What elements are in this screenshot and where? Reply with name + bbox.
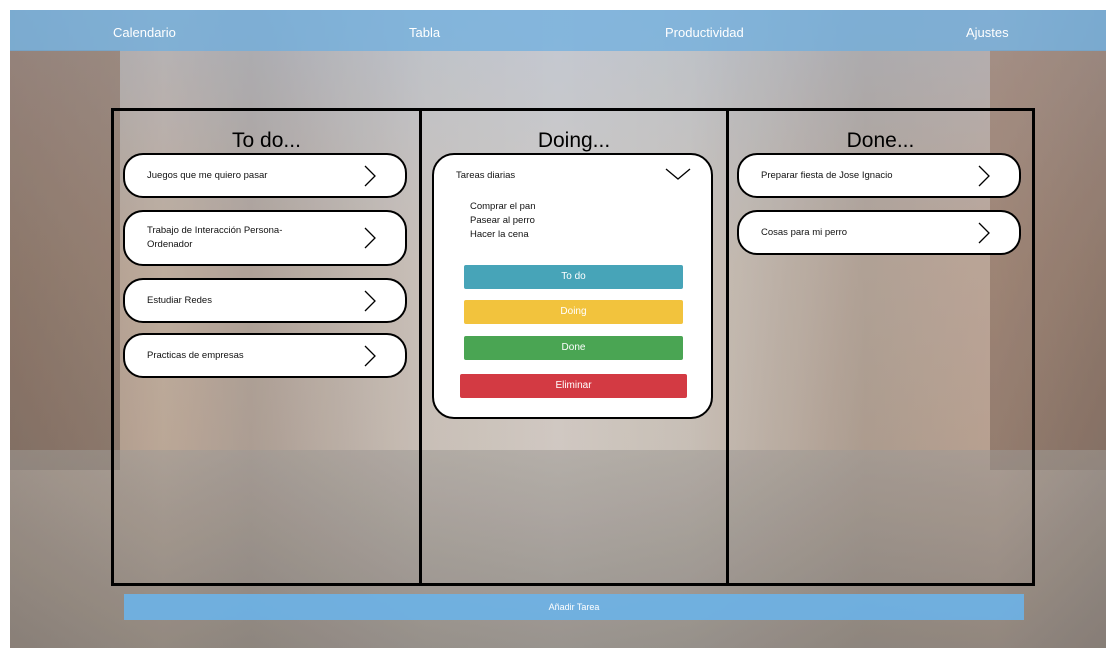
column-divider — [419, 111, 422, 583]
task-card-todo[interactable]: Juegos que me quiero pasar — [123, 153, 407, 198]
task-card-done[interactable]: Preparar fiesta de Jose Ignacio — [737, 153, 1021, 198]
task-card-label: Preparar fiesta de Jose Ignacio — [761, 169, 893, 181]
task-card-todo[interactable]: Estudiar Redes — [123, 278, 407, 323]
task-card-label: Juegos que me quiero pasar — [147, 169, 268, 181]
task-card-done[interactable]: Cosas para mi perro — [737, 210, 1021, 255]
task-card-todo[interactable]: Trabajo de Interacción Persona-Ordenador — [123, 210, 407, 266]
task-card-label: Practicas de empresas — [147, 349, 244, 361]
move-to-doing-button[interactable]: Doing — [464, 300, 683, 324]
column-title-doing: Doing... — [537, 129, 611, 152]
subtask-item: Hacer la cena — [470, 229, 529, 240]
move-to-done-button[interactable]: Done — [464, 336, 683, 360]
chevron-right-icon — [978, 222, 990, 243]
column-title-done: Done... — [846, 129, 915, 152]
top-navigation-bar: Calendario Tabla Productividad Ajustes — [10, 10, 1106, 51]
nav-table[interactable]: Tabla — [409, 25, 440, 40]
chevron-right-icon — [364, 345, 376, 366]
task-card-label: Trabajo de Interacción Persona-Ordenador — [147, 225, 283, 250]
delete-task-button[interactable]: Eliminar — [460, 374, 687, 398]
chevron-right-icon — [364, 165, 376, 186]
chevron-right-icon — [978, 165, 990, 186]
nav-settings[interactable]: Ajustes — [966, 25, 1009, 40]
chevron-down-icon[interactable] — [665, 167, 691, 181]
chevron-right-icon — [364, 290, 376, 311]
expanded-task-card: Tareas diarias Comprar el pan Pasear al … — [432, 153, 713, 419]
nav-calendar[interactable]: Calendario — [113, 25, 176, 40]
expanded-card-title: Tareas diarias — [456, 170, 516, 181]
add-task-button[interactable]: Añadir Tarea — [124, 594, 1024, 620]
task-card-todo[interactable]: Practicas de empresas — [123, 333, 407, 378]
chevron-right-icon — [364, 227, 376, 249]
task-card-label: Cosas para mi perro — [761, 226, 848, 238]
task-card-label: Estudiar Redes — [147, 294, 212, 306]
column-title-todo: To do... — [232, 129, 301, 152]
nav-productivity[interactable]: Productividad — [665, 25, 744, 40]
subtask-item: Pasear al perro — [470, 215, 535, 226]
column-divider — [726, 111, 729, 583]
subtask-item: Comprar el pan — [470, 201, 536, 212]
move-to-todo-button[interactable]: To do — [464, 265, 683, 289]
